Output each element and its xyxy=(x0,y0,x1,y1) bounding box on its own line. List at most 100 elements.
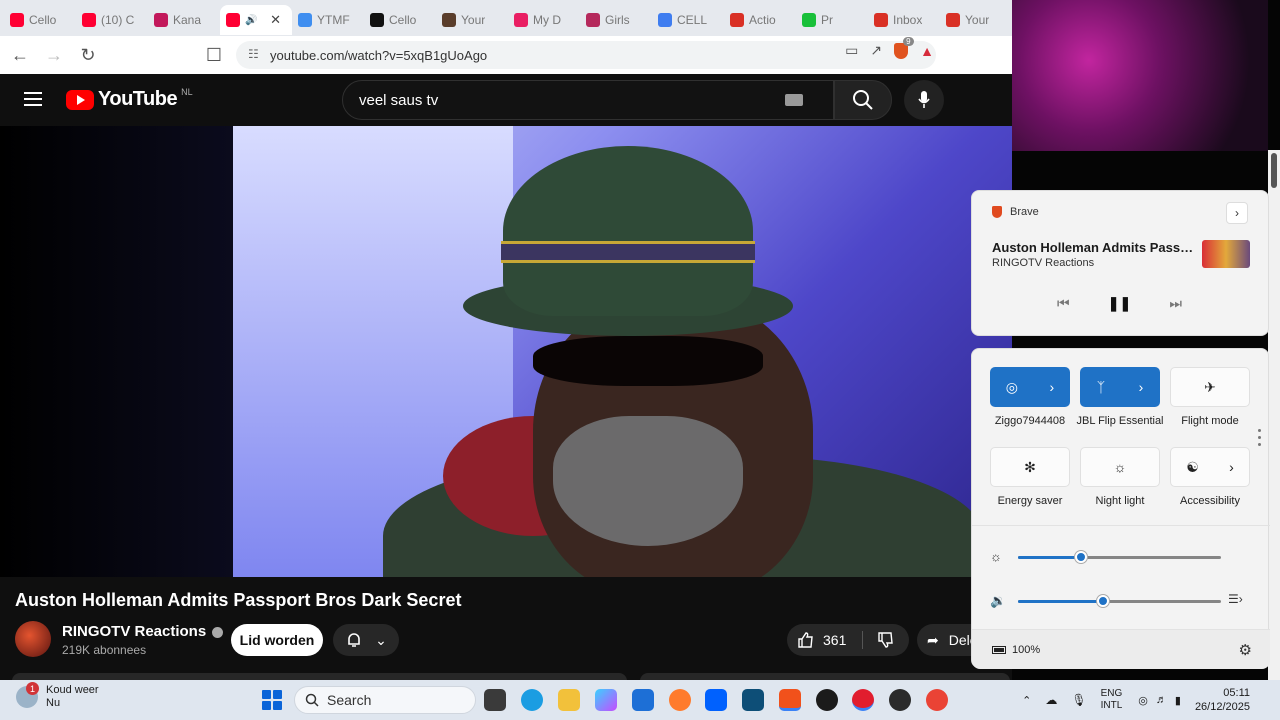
channel-name[interactable]: RINGOTV Reactions xyxy=(62,623,206,640)
accessibility-tile[interactable]: ☯ › xyxy=(1170,447,1250,487)
keyboard-icon[interactable] xyxy=(785,94,803,106)
media-app: Brave xyxy=(992,206,1039,218)
browser-tab[interactable]: Cello xyxy=(4,5,76,35)
page-scrollbar[interactable] xyxy=(1268,150,1280,680)
clock[interactable]: 05:11 26/12/2025 xyxy=(1195,686,1250,714)
page-dots[interactable] xyxy=(1258,429,1261,446)
video-frame[interactable] xyxy=(233,126,1012,577)
forward-button[interactable]: → xyxy=(40,41,68,69)
chevron-right-icon[interactable]: › xyxy=(1139,379,1144,395)
weather-widget[interactable]: 1 Koud weer Nu xyxy=(16,682,99,710)
volume-slider[interactable] xyxy=(1018,595,1221,607)
app-icon[interactable] xyxy=(742,689,764,711)
address-bar[interactable]: ☷ youtube.com/watch?v=5xqB1gUoAgo xyxy=(236,41,936,69)
browser-tab[interactable]: Actio xyxy=(724,5,796,35)
youtube-header: YouTube NL veel saus tv xyxy=(0,74,1012,126)
task-view-icon[interactable] xyxy=(484,689,506,711)
channel-name-row[interactable]: RINGOTV Reactions xyxy=(62,623,224,640)
tab-favicon-icon xyxy=(730,13,744,27)
wifi-tray-icon[interactable]: ◎ xyxy=(1138,694,1148,707)
audio-output-icon[interactable]: ☰› xyxy=(1228,592,1243,606)
next-track-icon[interactable]: ⏭ xyxy=(1169,295,1182,312)
battery-status[interactable]: 100% xyxy=(992,644,1040,656)
previous-track-icon[interactable]: ⏮ xyxy=(1057,295,1070,312)
edge-icon[interactable] xyxy=(521,689,543,711)
scrollbar-thumb[interactable] xyxy=(1271,153,1277,188)
browser-tab[interactable]: Your xyxy=(436,5,508,35)
start-button[interactable] xyxy=(262,690,282,710)
tab-favicon-icon xyxy=(226,13,240,27)
media-expand-button[interactable]: › xyxy=(1226,202,1248,224)
tab-favicon-icon xyxy=(586,13,600,27)
brave-shields-icon[interactable]: 9 xyxy=(894,36,914,59)
search-input[interactable]: veel saus tv xyxy=(342,80,834,120)
tab-audio-icon[interactable]: 🔊 xyxy=(245,15,257,26)
browser-tab[interactable]: Kana xyxy=(148,5,220,35)
chrome-icon[interactable] xyxy=(926,689,948,711)
store-icon[interactable] xyxy=(632,689,654,711)
site-info-icon[interactable]: ☷ xyxy=(248,47,259,61)
chevron-right-icon[interactable]: › xyxy=(1229,459,1234,475)
browser-tab[interactable]: My D xyxy=(508,5,580,35)
pause-icon[interactable]: ❚❚ xyxy=(1108,295,1131,312)
cast-icon[interactable]: ▭ xyxy=(845,42,858,59)
app-icon-2[interactable] xyxy=(889,689,911,711)
join-button[interactable]: Lid worden xyxy=(231,624,323,656)
browser-tab[interactable]: Cello xyxy=(364,5,436,35)
tab-favicon-icon xyxy=(82,13,96,27)
dislike-button[interactable] xyxy=(863,631,909,649)
video-player[interactable] xyxy=(0,126,1012,577)
taskbar-search[interactable]: Search xyxy=(294,686,476,714)
media-player-icon[interactable] xyxy=(816,689,838,711)
channel-avatar[interactable] xyxy=(15,621,51,657)
battery-tray-icon[interactable]: ▮ xyxy=(1175,694,1181,707)
subscriber-count: 219K abonnees xyxy=(62,643,147,657)
brightness-slider[interactable] xyxy=(1018,551,1221,563)
volume-tray-icon[interactable]: ♬ xyxy=(1156,694,1167,706)
night-light-tile[interactable]: ☼ xyxy=(1080,447,1160,487)
tab-favicon-icon xyxy=(154,13,168,27)
energy-saver-tile[interactable]: ✻ xyxy=(990,447,1070,487)
flight-mode-tile[interactable]: ✈ xyxy=(1170,367,1250,407)
speaker-icon[interactable]: 🔉 xyxy=(990,593,1006,609)
voice-search-button[interactable] xyxy=(904,80,944,120)
gear-icon[interactable]: ⚙ xyxy=(1239,641,1252,659)
firefox-icon[interactable] xyxy=(669,689,691,711)
browser-tab[interactable]: 🔊 ✕ xyxy=(220,5,292,35)
chevron-up-icon[interactable]: ⌃ xyxy=(1022,694,1031,707)
battery-percent: 100% xyxy=(1012,644,1041,656)
brightness-knob[interactable] xyxy=(1074,551,1087,563)
browser-tab[interactable]: YTMF xyxy=(292,5,364,35)
youtube-logo[interactable]: YouTube NL xyxy=(66,87,193,111)
browser-tab[interactable]: Girls xyxy=(580,5,652,35)
file-explorer-icon[interactable] xyxy=(558,689,580,711)
share-icon[interactable]: ↗ xyxy=(870,42,882,59)
bluetooth-tile[interactable]: ᛉ › xyxy=(1080,367,1160,407)
share-arrow-icon: ➦ xyxy=(927,631,939,648)
back-button[interactable]: ← xyxy=(6,41,34,69)
cloud-icon[interactable]: ☁ xyxy=(1045,693,1057,707)
tab-close-icon[interactable]: ✕ xyxy=(270,12,281,28)
brave-taskbar-icon[interactable] xyxy=(779,689,801,711)
chevron-down-icon: ⌄ xyxy=(375,631,387,648)
notification-button[interactable]: ⌄ xyxy=(333,624,399,656)
browser-tab[interactable]: (10) C xyxy=(76,5,148,35)
browser-tab[interactable]: CELL xyxy=(652,5,724,35)
search-button[interactable] xyxy=(834,80,892,120)
menu-icon[interactable] xyxy=(24,92,42,106)
reload-button[interactable]: ↻ xyxy=(74,41,102,69)
language-indicator[interactable]: ENG INTL xyxy=(1101,688,1123,712)
brave-rewards-icon[interactable]: ▲ xyxy=(920,43,934,59)
browser-tab[interactable]: Pr xyxy=(796,5,868,35)
chevron-right-icon[interactable]: › xyxy=(1050,379,1055,395)
dropbox-icon[interactable] xyxy=(705,689,727,711)
volume-knob[interactable] xyxy=(1097,595,1110,607)
like-button[interactable]: 361 xyxy=(787,631,863,649)
browser-tab[interactable]: Your xyxy=(940,5,1012,35)
copilot-icon[interactable] xyxy=(595,689,617,711)
wifi-tile[interactable]: ◎ › xyxy=(990,367,1070,407)
bookmark-icon[interactable]: ☐ xyxy=(200,41,228,69)
browser-tab[interactable]: Inbox xyxy=(868,5,940,35)
microphone-tray-icon[interactable]: 🎙 xyxy=(1071,693,1086,707)
opera-icon[interactable] xyxy=(852,689,874,711)
